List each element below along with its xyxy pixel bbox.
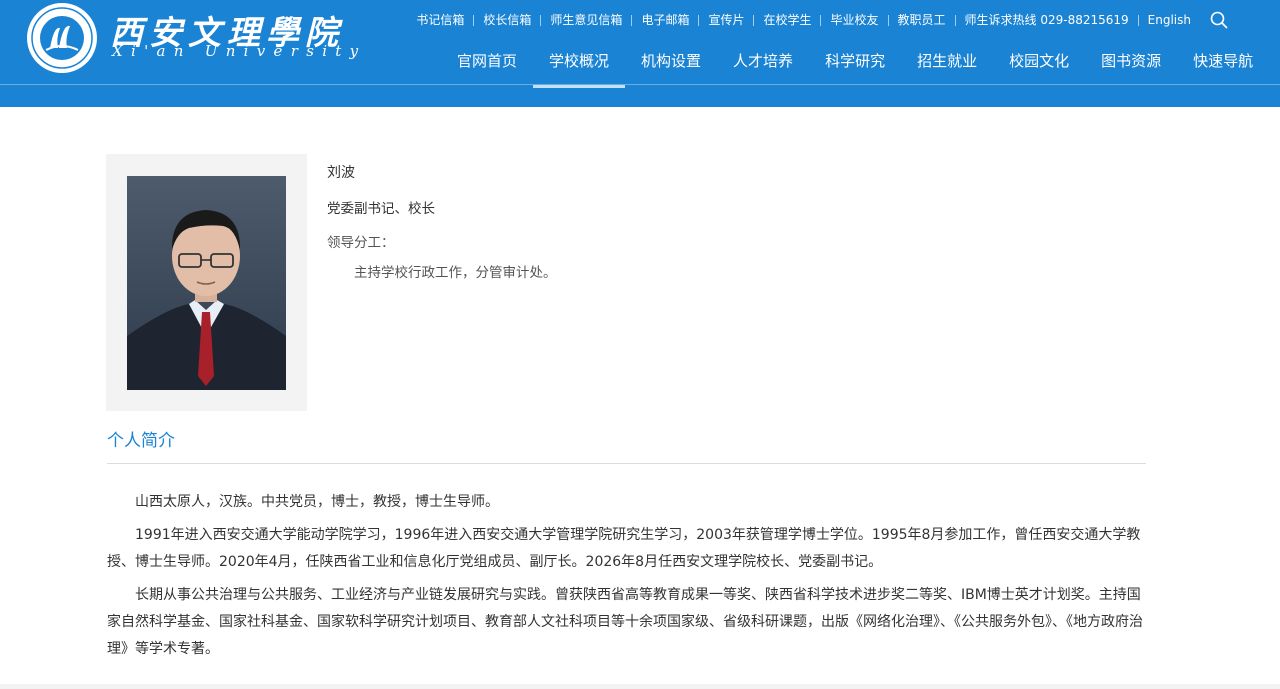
top-link[interactable]: 校长信箱 [474, 11, 540, 29]
top-link[interactable]: 教职员工 [889, 11, 955, 29]
bio-paragraph: 山西太原人，汉族。中共党员，博士，教授，博士生导师。 [135, 494, 499, 510]
top-link[interactable]: 毕业校友 [821, 11, 887, 29]
top-link[interactable]: 师生诉求热线 029-88215619 [956, 11, 1138, 29]
top-link[interactable]: 宣传片 [699, 11, 753, 29]
nav-item[interactable]: 人才培养 [717, 44, 809, 84]
nav-item[interactable]: 图书资源 [1085, 44, 1177, 84]
duty-text: 主持学校行政工作，分管审计处。 [354, 265, 557, 281]
nav-item[interactable]: 官网首页 [441, 44, 533, 84]
nav-item[interactable]: 快速导航 [1177, 44, 1269, 84]
nav-item[interactable]: 校园文化 [993, 44, 1085, 84]
nav-item[interactable]: 机构设置 [625, 44, 717, 84]
duty-label: 领导分工： [327, 235, 395, 251]
bio-paragraph: 1991年进入西安交通大学能动学院学习，1996年进入西安交通大学管理学院研究生… [107, 527, 1141, 570]
bio-heading: 个人简介 [107, 431, 175, 451]
search-icon[interactable] [1210, 11, 1228, 29]
bio-divider [107, 463, 1146, 464]
leader-title: 党委副书记、校长 [327, 201, 435, 217]
bio-paragraph: 长期从事公共治理与公共服务、工业经济与产业链发展研究与实践。曾获陕西省高等教育成… [107, 587, 1143, 657]
top-link[interactable]: 在校学生 [754, 11, 820, 29]
top-link[interactable]: English [1139, 11, 1200, 29]
logo-english-name[interactable]: Xi'an University [112, 42, 366, 60]
leader-name: 刘波 [327, 165, 355, 181]
bio-content: 山西太原人，汉族。中共党员，博士，教授，博士生导师。 1991年进入西安交通大学… [107, 489, 1146, 669]
footer-strip [0, 684, 1280, 689]
top-links-bar: 书记信箱 校长信箱 师生意见信箱 电子邮箱 宣传片 在校学生 毕业校友 教职员工 师生诉求热线 … [407, 11, 1200, 29]
university-logo[interactable] [26, 2, 98, 74]
site-header: 西安文理學院 Xi'an University 书记信箱 校长信箱 师生意见信箱 电子… [0, 0, 1280, 107]
nav-item[interactable]: 科学研究 [809, 44, 901, 84]
portrait-card [106, 154, 307, 411]
portrait-photo [127, 176, 286, 390]
top-link[interactable]: 书记信箱 [407, 11, 473, 29]
nav-item[interactable]: 招生就业 [901, 44, 993, 84]
top-link[interactable]: 电子邮箱 [632, 11, 698, 29]
header-divider [0, 84, 1280, 85]
top-link[interactable]: 师生意见信箱 [541, 11, 631, 29]
nav-item[interactable]: 学校概况 [533, 44, 626, 88]
main-nav: 官网首页 学校概况 机构设置 人才培养 科学研究 招生就业 校园文化 图书资源 快速导航 [441, 44, 1269, 88]
